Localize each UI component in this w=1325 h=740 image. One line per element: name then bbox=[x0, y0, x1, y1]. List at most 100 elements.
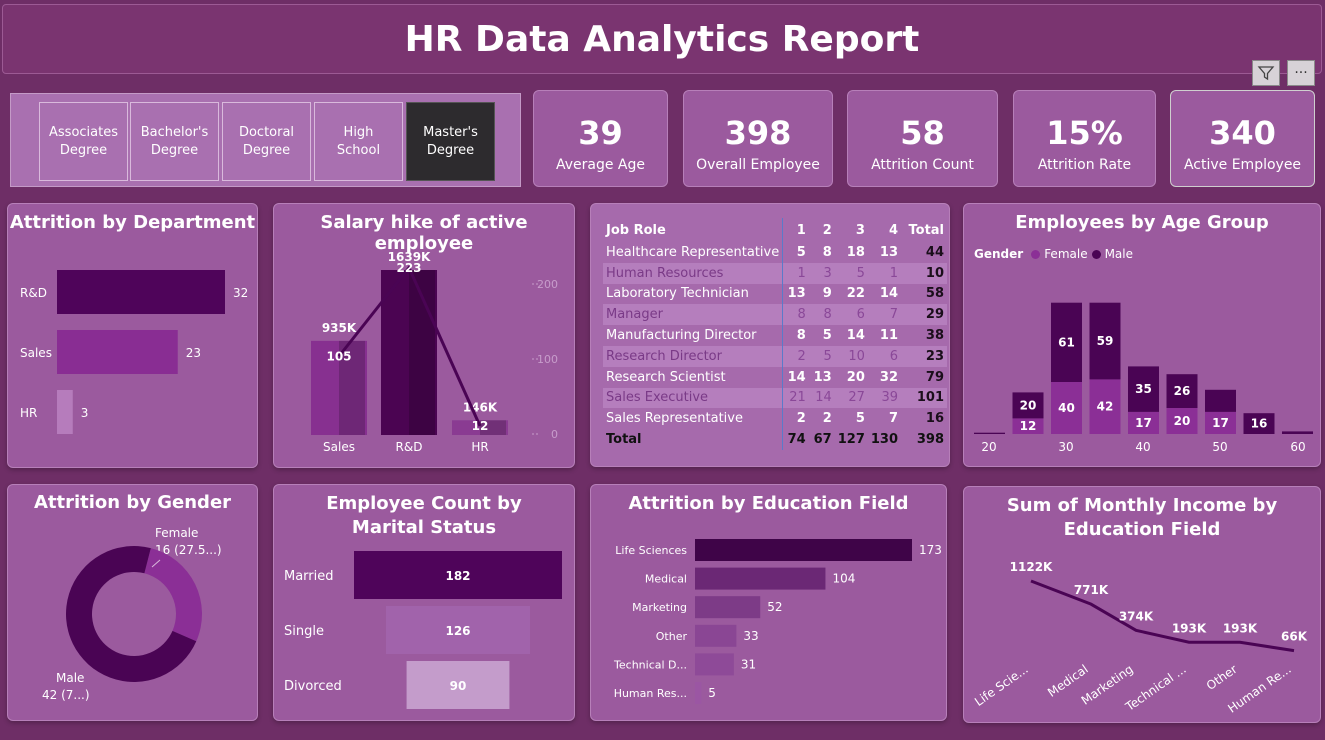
kpi-value: 340 bbox=[1209, 114, 1276, 152]
matrix-cell-total: 398 bbox=[916, 432, 945, 448]
matrix-cell-value: 14 bbox=[808, 387, 835, 409]
kpi-attrition-count[interactable]: 58 Attrition Count bbox=[847, 90, 998, 187]
donut-female-label: Female bbox=[155, 526, 198, 540]
kpi-value: 39 bbox=[578, 114, 623, 152]
matrix-cell-total: 101 bbox=[901, 387, 948, 409]
dept-category-label: Sales bbox=[20, 346, 52, 360]
matrix-cell-value: 5 bbox=[834, 262, 868, 284]
matrix-cell-value: 7 bbox=[888, 411, 899, 427]
matrix-row[interactable]: Sales Executive 21 14 27 39 101 bbox=[603, 387, 948, 409]
matrix-row[interactable]: Sales Representative 2 2 5 7 16 bbox=[603, 408, 947, 430]
income-point-label: 193K bbox=[1172, 621, 1207, 635]
kpi-label: Attrition Rate bbox=[1037, 157, 1132, 173]
kpi-overall-employee[interactable]: 398 Overall Employee bbox=[683, 90, 833, 187]
donut-slice bbox=[144, 548, 202, 642]
matrix-cell-role: Research Scientist bbox=[603, 366, 784, 388]
marital-category-label: Married bbox=[284, 569, 334, 584]
matrix-row[interactable]: Healthcare Representative 5 8 18 13 44 bbox=[603, 242, 947, 263]
salary-category-label: HR bbox=[471, 440, 488, 454]
edu-bar bbox=[695, 567, 826, 590]
donut-male-value: 42 (7...) bbox=[42, 688, 90, 702]
matrix-cell-value: 5 bbox=[822, 328, 832, 344]
slicer-associates-degree[interactable]: Associates Degree bbox=[39, 102, 128, 181]
kpi-label: Attrition Count bbox=[871, 157, 974, 173]
report-title-bar: HR Data Analytics Report bbox=[2, 4, 1322, 74]
matrix-cell-value: 13 bbox=[813, 369, 832, 385]
dept-value-label: 3 bbox=[81, 406, 89, 420]
report-title: HR Data Analytics Report bbox=[404, 18, 920, 60]
matrix-row[interactable]: Manager 8 8 6 7 29 bbox=[603, 304, 948, 326]
matrix-header-row: Job Role 1 2 3 4 Total bbox=[603, 218, 947, 242]
matrix-cell-role: Healthcare Representative bbox=[603, 242, 784, 263]
income-line bbox=[1030, 579, 1295, 653]
age-female-label: 12 bbox=[1020, 419, 1037, 433]
matrix-cell-value: 32 bbox=[879, 369, 899, 385]
marital-category-label: Divorced bbox=[284, 679, 342, 694]
matrix-header-col: 2 bbox=[822, 222, 832, 238]
matrix-cell-value: 130 bbox=[870, 432, 899, 448]
kpi-attrition-rate[interactable]: 15% Attrition Rate bbox=[1013, 90, 1156, 187]
attrition-by-department-panel: Attrition by Department R&D 32 Sales 23 HR 3 bbox=[7, 203, 258, 468]
education-field-panel: Attrition by Education Field Life Scienc… bbox=[590, 484, 947, 721]
matrix-row[interactable]: Research Director 2 5 10 6 23 bbox=[603, 345, 948, 367]
monthly-income-line-chart: 1122K771K374K193K 193K66KLife Scie... Medi… bbox=[972, 560, 1308, 716]
dept-category-label: HR bbox=[20, 406, 37, 420]
more-options-icon[interactable]: ··· bbox=[1287, 60, 1315, 86]
matrix-row[interactable]: Human Resources 1 3 5 1 10 bbox=[603, 262, 948, 284]
matrix-cell-value: 8 bbox=[782, 304, 809, 326]
income-point-label: 771K bbox=[1074, 583, 1109, 597]
salary-hike-panel: Salary hike of active employee 935K Sales… bbox=[273, 203, 575, 468]
income-category-label: Other bbox=[1204, 662, 1240, 693]
edu-bar bbox=[695, 624, 737, 647]
filter-icon[interactable] bbox=[1252, 60, 1280, 86]
edu-value-label: 104 bbox=[832, 572, 855, 586]
edu-bar bbox=[695, 682, 702, 704]
matrix-cell-value: 2 bbox=[822, 411, 832, 427]
dept-bar bbox=[57, 330, 178, 374]
matrix-total-row[interactable]: Total 74 67 127 130 398 bbox=[603, 429, 947, 450]
matrix-header-job-role[interactable]: Job Role bbox=[603, 218, 784, 242]
matrix-row[interactable]: Research Scientist 14 13 20 32 79 bbox=[603, 366, 947, 388]
marital-status-panel: Employee Count by Marital Status Married… bbox=[273, 484, 575, 721]
matrix-cell-role: Manufacturing Director bbox=[603, 325, 784, 346]
slicer-doctoral-degree[interactable]: Doctoral Degree bbox=[222, 102, 311, 181]
matrix-cell-value: 9 bbox=[822, 286, 832, 302]
matrix-cell-value: 5 bbox=[855, 411, 865, 427]
dept-bar bbox=[57, 390, 73, 434]
matrix-cell-value: 6 bbox=[867, 345, 902, 367]
job-role-matrix: Job Role 1 2 3 4 Total Healthcare Repres… bbox=[603, 218, 948, 450]
matrix-row[interactable]: Manufacturing Director 8 5 14 11 38 bbox=[603, 325, 947, 346]
dept-value-label: 23 bbox=[186, 346, 201, 360]
age-x-tick: 20 bbox=[981, 440, 996, 454]
matrix-header-col: 3 bbox=[855, 222, 865, 238]
matrix-cell-value: 13 bbox=[787, 286, 806, 302]
kpi-active-employee[interactable]: 340 Active Employee bbox=[1170, 90, 1315, 187]
matrix-cell-role: Research Director bbox=[603, 345, 784, 367]
matrix-cell-total: 79 bbox=[925, 369, 945, 385]
slicer-masters-degree[interactable]: Master's Degree bbox=[406, 102, 495, 181]
edu-category-label: Marketing bbox=[632, 601, 687, 614]
matrix-cell-value: 14 bbox=[846, 328, 865, 344]
matrix-cell-total: 16 bbox=[925, 411, 945, 427]
monthly-income-panel: Sum of Monthly Income by Education Field… bbox=[963, 486, 1321, 723]
matrix-row[interactable]: Laboratory Technician 13 9 22 14 58 bbox=[603, 283, 947, 305]
slicer-bachelors-degree[interactable]: Bachelor's Degree bbox=[130, 102, 219, 181]
dept-bar bbox=[57, 270, 225, 314]
edu-value-label: 33 bbox=[743, 629, 758, 643]
kpi-average-age[interactable]: 39 Average Age bbox=[533, 90, 668, 187]
age-female-label: 17 bbox=[1212, 416, 1229, 430]
matrix-cell-value: 14 bbox=[787, 369, 806, 385]
slicer-high-school[interactable]: High School bbox=[314, 102, 403, 181]
age-male-label: 35 bbox=[1135, 382, 1152, 396]
age-female-label: 40 bbox=[1058, 401, 1075, 415]
matrix-cell-value: 2 bbox=[796, 411, 806, 427]
matrix-cell-value: 8 bbox=[808, 304, 835, 326]
matrix-cell-role: Manager bbox=[603, 304, 784, 326]
age-male-label: 59 bbox=[1097, 334, 1114, 348]
age-male-label: 16 bbox=[1251, 417, 1268, 431]
matrix-cell-value: 6 bbox=[834, 304, 868, 326]
matrix-cell-value: 39 bbox=[867, 387, 902, 409]
matrix-cell-value: 27 bbox=[834, 387, 868, 409]
salary-line-label: 223 bbox=[396, 261, 421, 275]
matrix-cell-total: 29 bbox=[901, 304, 948, 326]
